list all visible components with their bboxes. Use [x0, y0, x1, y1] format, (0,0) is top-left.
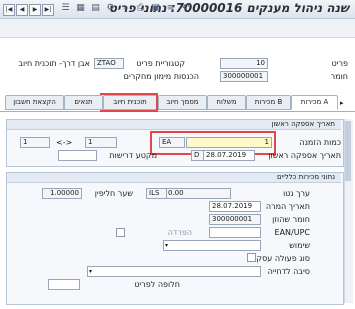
exchange-rate-label: שער חליפין: [94, 189, 133, 198]
requirements-segment-label: מקטע דרישות: [109, 151, 157, 160]
display-icon[interactable]: ▤: [90, 3, 101, 14]
item-substitution-field[interactable]: [48, 279, 80, 290]
net-value-label: ערך נטו: [283, 189, 310, 198]
entered-material-field[interactable]: 300000001: [209, 214, 261, 225]
details-icon[interactable]: ▦: [75, 3, 86, 14]
category-field[interactable]: ZTAO: [94, 58, 124, 69]
tab-sales-b[interactable]: מכירות B: [246, 95, 291, 110]
material-description: הכנסות מימון מחקרים: [123, 72, 199, 81]
prev-item-icon[interactable]: ◀: [16, 4, 28, 16]
header-icon[interactable]: ☰: [60, 3, 71, 14]
category-label: קטגוריית פריט: [136, 59, 185, 68]
chevron-down-icon[interactable]: ▾: [165, 241, 168, 250]
tab-conditions[interactable]: תנאים: [64, 95, 103, 110]
business-type-label: סוג פעולה עסקית: [249, 254, 310, 263]
tab-billing-document[interactable]: מסמך חיוב: [158, 95, 207, 110]
ean-upc-field[interactable]: [209, 227, 261, 238]
save-icon[interactable]: ▣: [150, 3, 161, 14]
usage-label: שימוש: [289, 241, 310, 250]
back-icon[interactable]: ↶: [180, 3, 191, 14]
order-group-title: תאריך אספקה ראשון: [271, 120, 335, 128]
tab-sales-a[interactable]: מכירות A: [291, 95, 338, 110]
exchange-rate-field[interactable]: 1.00000: [42, 188, 82, 199]
separation-checkbox[interactable]: [116, 228, 125, 237]
list-icon[interactable]: ≡: [165, 3, 176, 14]
scrollbar-thumb[interactable]: [345, 121, 351, 181]
usage-field[interactable]: ▾: [163, 240, 261, 251]
next-item-icon[interactable]: ▶: [29, 4, 41, 16]
toolbar: [0, 19, 355, 38]
delivery-date-field[interactable]: 28.07.2019: [203, 150, 255, 161]
tab-account-assignment[interactable]: הקצאת חשבון: [5, 95, 64, 110]
pricing-date-field[interactable]: 28.07.2019: [209, 201, 261, 212]
billing-plan-highlight: [100, 93, 158, 112]
first-item-icon[interactable]: |◀: [3, 4, 15, 16]
general-group-header: נתוני מכירות כלליים: [7, 173, 341, 183]
net-value-field[interactable]: 0.00: [165, 188, 231, 199]
delivery-date-label: תאריך אספקה ראשון: [268, 151, 341, 160]
conversion-arrow: <->: [56, 138, 73, 147]
material-label: חומר: [330, 72, 348, 81]
order-qty-label: כמות הזמנה: [299, 138, 341, 147]
currency-field[interactable]: ILS: [146, 188, 167, 199]
requirements-segment-field[interactable]: [58, 150, 97, 161]
settings-icon[interactable]: ⚙: [105, 3, 116, 14]
general-group-title: נתוני מכירות כלליים: [276, 173, 335, 181]
business-type-checkbox[interactable]: [247, 253, 256, 262]
print-icon[interactable]: ⎙: [135, 3, 146, 14]
chevron-down-icon[interactable]: ▾: [89, 267, 92, 276]
pricing-date-label: תאריך המרה: [265, 202, 310, 211]
item-field[interactable]: 10: [220, 58, 268, 69]
conversion-right-field[interactable]: 1: [85, 137, 117, 148]
category-description: אבן דרך- תוכנית חיוב: [18, 59, 90, 68]
tab-shipping[interactable]: משלוח: [207, 95, 246, 110]
conversion-left-field[interactable]: 1: [20, 137, 50, 148]
order-group-header: תאריך אספקה ראשון: [7, 120, 341, 130]
find-icon[interactable]: ⌕: [120, 3, 131, 14]
tab-scroll-icon[interactable]: ▸: [340, 99, 344, 107]
separation-label: הפרדה: [167, 228, 192, 237]
entered-material-label: חומר שהוזן: [272, 215, 310, 224]
rejection-reason-field[interactable]: ▾: [87, 266, 261, 277]
item-label: פריט: [331, 59, 349, 68]
rejection-reason-label: סיבה לדחייה: [267, 267, 310, 276]
material-field[interactable]: 300000001: [220, 71, 268, 82]
ean-upc-label: EAN/UPC: [274, 228, 310, 237]
item-substitution-label: חלופה לפריט: [134, 280, 180, 289]
last-item-icon[interactable]: ▶|: [42, 4, 54, 16]
